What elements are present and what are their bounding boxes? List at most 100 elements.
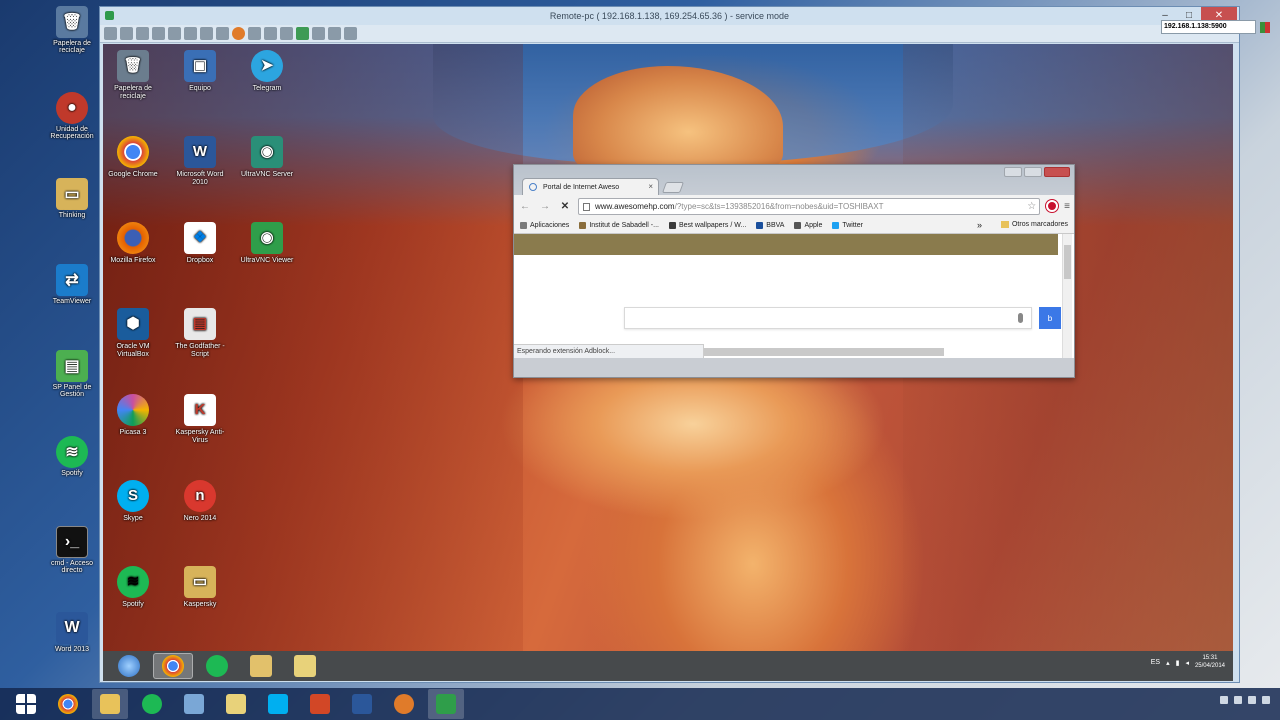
chrome-tab[interactable]: Portal de Internet Aweso × xyxy=(522,178,659,195)
adblock-extension-icon[interactable] xyxy=(1046,200,1059,212)
remote-taskbar-chrome[interactable] xyxy=(153,653,193,679)
info-icon[interactable] xyxy=(280,27,293,40)
forward-button[interactable]: → xyxy=(538,201,552,212)
tray-flag-icon[interactable] xyxy=(1262,696,1270,704)
new-tab-button[interactable] xyxy=(661,182,685,193)
back-button[interactable]: ← xyxy=(518,201,532,212)
desktop-icon-spotify[interactable]: ≋ Spotify xyxy=(103,566,165,609)
host-taskbar-file-explorer[interactable] xyxy=(92,689,128,719)
remote-taskbar-spotify[interactable] xyxy=(197,653,237,679)
bookmark-institut[interactable]: Institut de Sabadell -... xyxy=(579,221,659,229)
desktop-icon-firefox[interactable]: Mozilla Firefox xyxy=(103,222,165,265)
remote-start-button[interactable] xyxy=(109,653,149,679)
host-taskbar-notepad[interactable] xyxy=(176,689,212,719)
fullscreen-icon[interactable] xyxy=(104,27,117,40)
vnc-address-field[interactable]: 192.168.1.138:5900 xyxy=(1161,20,1256,34)
bookmark-apps[interactable]: Aplicaciones xyxy=(520,221,570,229)
options-icon[interactable] xyxy=(264,27,277,40)
desktop-icon-virtualbox[interactable]: ⬢ Oracle VM VirtualBox xyxy=(103,308,165,359)
horizontal-scrollbar-thumb[interactable] xyxy=(704,348,944,356)
remote-clock[interactable]: 15:31 25/04/2014 xyxy=(1195,655,1225,671)
desktop-icon-ultravnc-server[interactable]: ◉ UltraVNC Server xyxy=(235,136,299,179)
host-icon-spotify[interactable]: ≋ Spotify xyxy=(44,436,100,477)
host-taskbar-ultravnc[interactable] xyxy=(428,689,464,719)
desktop-icon-picasa[interactable]: Picasa 3 xyxy=(103,394,165,437)
desktop-icon-chrome[interactable]: Google Chrome xyxy=(103,136,165,179)
host-taskbar-powerpoint[interactable] xyxy=(302,689,338,719)
microphone-icon[interactable] xyxy=(1018,313,1023,323)
clipboard-icon[interactable] xyxy=(200,27,213,40)
desktop-icon-ultravnc-viewer[interactable]: ◉ UltraVNC Viewer xyxy=(235,222,299,265)
desktop-icon-equipo[interactable]: ▣ Equipo xyxy=(168,50,232,93)
chrome-menu-button[interactable]: ≡ xyxy=(1064,201,1070,212)
desktop-icon-word[interactable]: W Microsoft Word 2010 xyxy=(168,136,232,187)
chrome-titlebar[interactable]: Portal de Internet Aweso × xyxy=(514,165,1074,195)
host-icon-word[interactable]: W Word 2013 xyxy=(44,612,100,653)
refresh-icon[interactable] xyxy=(184,27,197,40)
desktop-icon-dropbox[interactable]: ❖ Dropbox xyxy=(168,222,232,265)
tray-arrow-icon[interactable] xyxy=(1220,696,1228,704)
file-transfer-icon[interactable] xyxy=(248,27,261,40)
window-icon[interactable] xyxy=(216,27,229,40)
bookmarks-overflow-chevron-icon[interactable]: » xyxy=(977,220,982,230)
host-icon-teamviewer[interactable]: ⇄ TeamViewer xyxy=(44,264,100,305)
bookmark-apple[interactable]: Apple xyxy=(794,221,822,229)
bookmark-wallpapers[interactable]: Best wallpapers / W... xyxy=(668,221,746,229)
desktop-icon-telegram[interactable]: ➤ Telegram xyxy=(235,50,299,93)
alt-icon[interactable] xyxy=(168,27,181,40)
search-input[interactable] xyxy=(624,307,1032,329)
volume-icon[interactable]: ◂ xyxy=(1185,659,1189,667)
other-bookmarks[interactable]: Otros marcadores xyxy=(1000,221,1068,228)
vertical-scrollbar[interactable] xyxy=(1062,234,1072,358)
chrome-minimize-button[interactable] xyxy=(1004,167,1022,177)
desktop-icon-kaspersky-folder[interactable]: ▭ Kaspersky xyxy=(168,566,232,609)
chrome-maximize-button[interactable] xyxy=(1024,167,1042,177)
tray-up-arrow-icon[interactable]: ▴ xyxy=(1166,659,1170,667)
bookmark-twitter[interactable]: Twitter xyxy=(832,221,863,229)
host-taskbar-chrome[interactable] xyxy=(50,689,86,719)
stop-button[interactable]: ✕ xyxy=(558,201,572,212)
desktop-icon-skype[interactable]: S Skype xyxy=(103,480,165,523)
network-icon[interactable]: ▮ xyxy=(1176,659,1180,667)
chat-icon[interactable] xyxy=(232,27,245,40)
bookmark-star-icon[interactable]: ☆ xyxy=(1027,201,1036,212)
disconnect-icon[interactable] xyxy=(344,27,357,40)
desktop-icon-recycle-bin[interactable]: 🗑 Papelera de reciclaje xyxy=(103,50,165,101)
ctrl-esc-icon[interactable] xyxy=(136,27,149,40)
scale-icon[interactable] xyxy=(328,27,341,40)
bookmark-label: Aplicaciones xyxy=(530,221,570,229)
remote-taskbar-explorer[interactable] xyxy=(241,653,281,679)
ctrl-icon[interactable] xyxy=(152,27,165,40)
remote-taskbar-folder[interactable] xyxy=(285,653,325,679)
host-taskbar-word[interactable] xyxy=(344,689,380,719)
host-icon-recycle-bin[interactable]: 🗑 Papelera de reciclaje xyxy=(44,6,100,54)
search-button[interactable]: b xyxy=(1039,307,1061,329)
screen-icon[interactable] xyxy=(296,27,309,40)
tab-close-icon[interactable]: × xyxy=(648,182,653,191)
host-icon-thinking[interactable]: ▭ Thinking xyxy=(44,178,100,219)
scrollbar-thumb[interactable] xyxy=(1064,245,1071,279)
host-icon-cmd[interactable]: ›_ cmd - Acceso directo xyxy=(44,526,100,574)
host-icon-recovery[interactable]: ● Unidad de Recuperación xyxy=(44,92,100,140)
host-taskbar-folder[interactable] xyxy=(218,689,254,719)
desktop-icon-godfather-script[interactable]: ▤ The Godfather - Script xyxy=(168,308,232,359)
vnc-titlebar[interactable]: Remote-pc ( 192.168.1.138, 169.254.65.36… xyxy=(100,7,1239,25)
desktop-icon-label: Kaspersky xyxy=(183,601,217,608)
tray-network-icon[interactable] xyxy=(1234,696,1242,704)
bookmark-bbva[interactable]: BBVA xyxy=(756,221,784,229)
language-indicator[interactable]: ES xyxy=(1151,659,1160,666)
address-bar[interactable]: www.awesomehp.com/?type=sc&ts=1393852016… xyxy=(578,197,1041,215)
host-taskbar-spotify[interactable] xyxy=(134,689,170,719)
host-taskbar-basketball[interactable] xyxy=(386,689,422,719)
other-bookmarks-label: Otros marcadores xyxy=(1011,221,1068,228)
ctrl-alt-del-icon[interactable] xyxy=(120,27,133,40)
half-screen-icon[interactable] xyxy=(312,27,325,40)
host-start-button[interactable] xyxy=(8,689,44,719)
chrome-icon xyxy=(58,694,78,714)
desktop-icon-kaspersky-av[interactable]: K Kaspersky Anti-Virus xyxy=(168,394,232,445)
host-icon-sp-panel[interactable]: ▤ SP Panel de Gestión xyxy=(44,350,100,398)
chrome-close-button[interactable] xyxy=(1044,167,1070,177)
tray-volume-icon[interactable] xyxy=(1248,696,1256,704)
host-taskbar-skype[interactable] xyxy=(260,689,296,719)
desktop-icon-nero[interactable]: n Nero 2014 xyxy=(168,480,232,523)
